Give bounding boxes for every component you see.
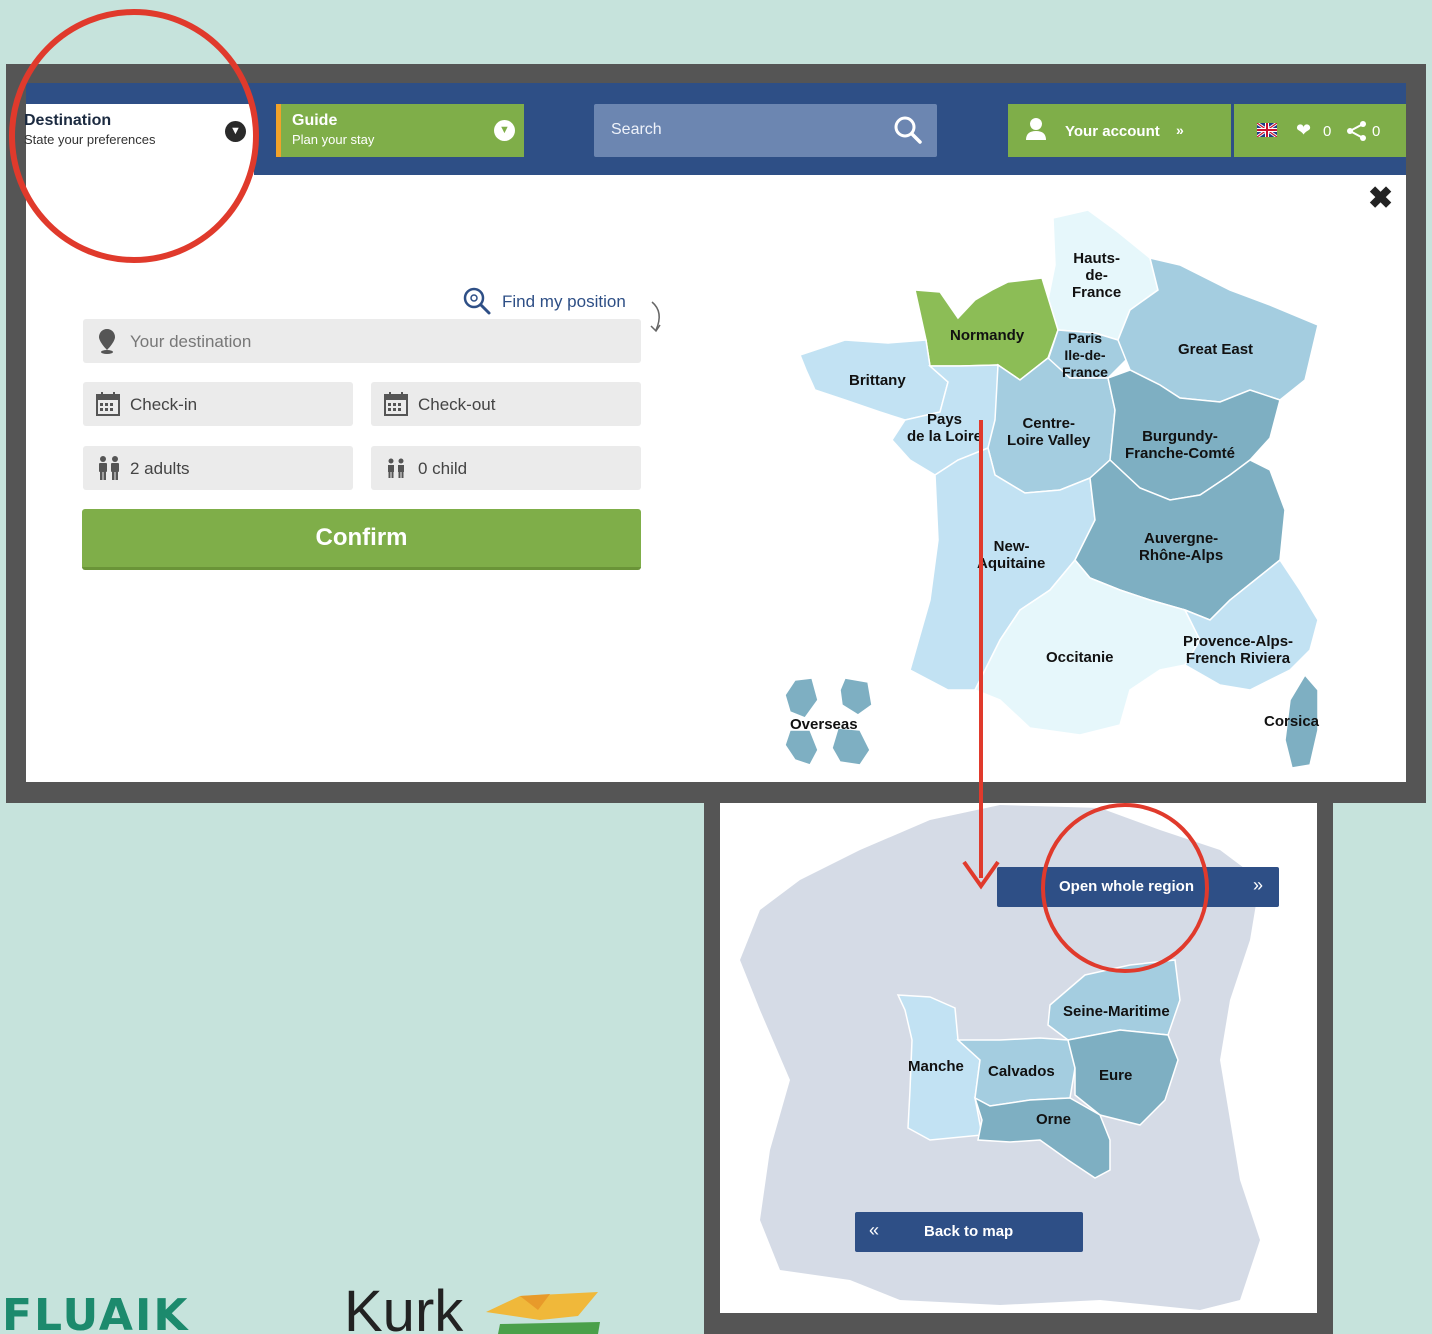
open-whole-region-label: Open whole region [1059, 878, 1195, 895]
dept-label-eure: Eure [1099, 1067, 1133, 1084]
back-to-map-button[interactable]: « Back to map [855, 1212, 1083, 1252]
dept-label-orne: Orne [1036, 1111, 1072, 1128]
double-chevron-right-icon: » [1252, 875, 1263, 895]
normandy-department-map [740, 805, 1260, 1310]
logo-kurk: Kurk [344, 1279, 464, 1334]
dept-label-manche: Manche [908, 1058, 964, 1075]
logo-fluaik: FLUAIK [2, 1290, 190, 1334]
dept-label-calvados: Calvados [988, 1063, 1055, 1080]
dept-label-seine-maritime: Seine-Maritime [1063, 1003, 1170, 1020]
double-chevron-left-icon: « [869, 1220, 880, 1240]
logo-kurk-emblem [486, 1292, 600, 1334]
back-to-map-label: Back to map [924, 1223, 1014, 1240]
open-whole-region-button[interactable]: Open whole region » [997, 867, 1279, 907]
